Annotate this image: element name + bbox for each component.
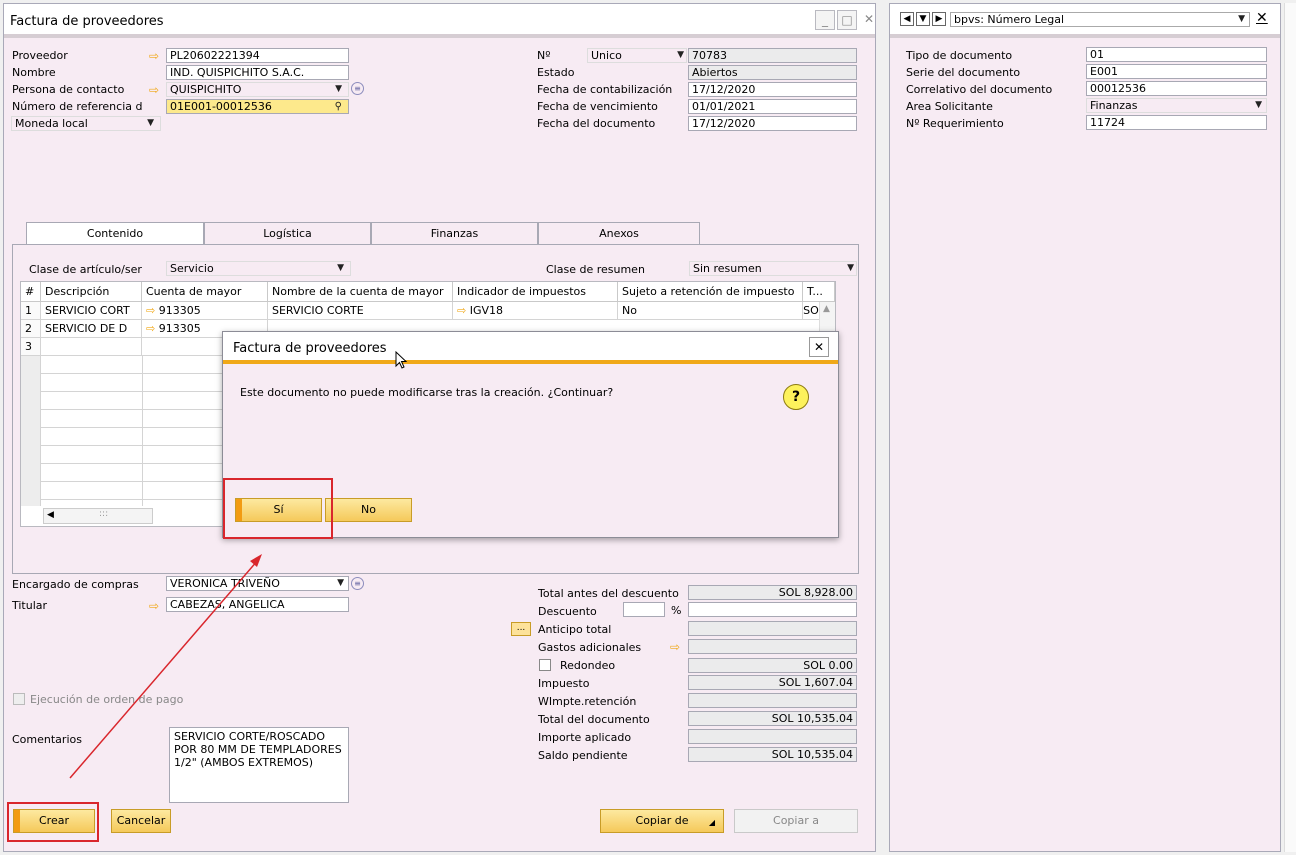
annotation-arrow [69, 554, 262, 779]
